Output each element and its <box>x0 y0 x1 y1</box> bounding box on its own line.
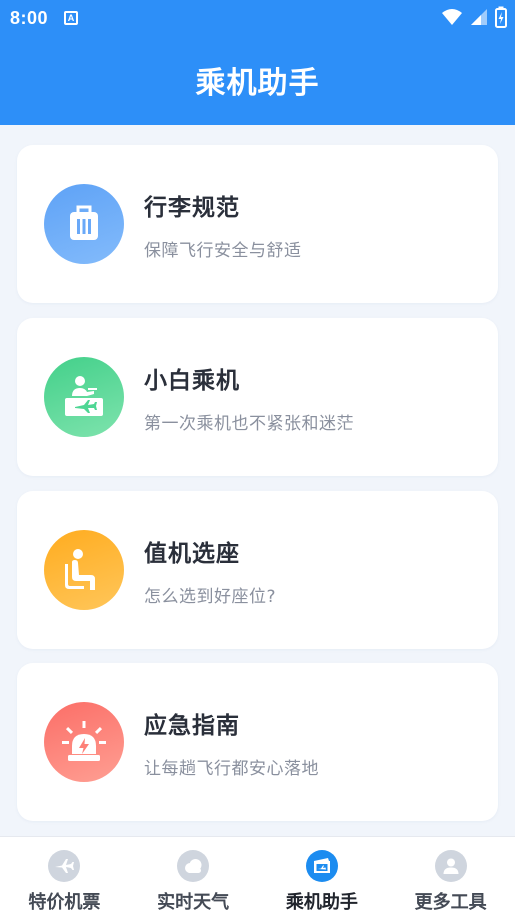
airplane-icon <box>48 850 81 882</box>
tab-boarding-assistant[interactable]: 乘机助手 <box>258 837 387 917</box>
card-title: 值机选座 <box>144 540 240 567</box>
signal-icon <box>471 9 487 25</box>
bottom-tab-bar: 特价机票 实时天气 乘机助手 更多工具 <box>0 836 515 917</box>
seat-icon <box>44 530 124 610</box>
header: 8:00 A 乘机助手 <box>0 0 515 125</box>
tab-label: 特价机票 <box>28 892 101 913</box>
card-subtitle: 第一次乘机也不紧张和迷茫 <box>144 413 354 434</box>
status-bar: 8:00 A <box>0 0 515 36</box>
card-title: 行李规范 <box>144 194 240 221</box>
card-subtitle: 让每趟飞行都安心落地 <box>144 758 319 779</box>
card-first-flight[interactable]: 小白乘机 第一次乘机也不紧张和迷茫 <box>17 318 498 476</box>
emergency-light-icon <box>44 702 124 782</box>
card-seat-selection[interactable]: 值机选座 怎么选到好座位? <box>17 491 498 649</box>
card-subtitle: 保障飞行安全与舒适 <box>144 240 302 261</box>
card-emergency-guide[interactable]: 应急指南 让每趟飞行都安心落地 <box>17 663 498 821</box>
card-title: 应急指南 <box>144 712 240 739</box>
tab-more-tools[interactable]: 更多工具 <box>386 837 515 917</box>
tab-weather[interactable]: 实时天气 <box>129 837 258 917</box>
check-in-counter-icon <box>44 357 124 437</box>
battery-icon <box>495 6 507 28</box>
tab-cheap-flights[interactable]: 特价机票 <box>0 837 129 917</box>
ticket-icon <box>305 850 338 882</box>
cloud-icon <box>177 850 210 882</box>
card-subtitle: 怎么选到好座位? <box>144 586 277 607</box>
luggage-icon <box>44 184 124 264</box>
card-title: 小白乘机 <box>144 367 240 394</box>
tab-label: 实时天气 <box>157 892 230 913</box>
tab-label: 更多工具 <box>414 892 487 913</box>
notification-a-icon: A <box>64 11 79 25</box>
page-title: 乘机助手 <box>195 66 320 101</box>
user-icon <box>434 850 467 882</box>
status-time: 8:00 <box>10 7 49 28</box>
tab-label: 乘机助手 <box>285 892 358 913</box>
wifi-icon <box>442 9 462 25</box>
card-luggage-rules[interactable]: 行李规范 保障飞行安全与舒适 <box>17 145 498 303</box>
status-icons <box>441 6 507 28</box>
